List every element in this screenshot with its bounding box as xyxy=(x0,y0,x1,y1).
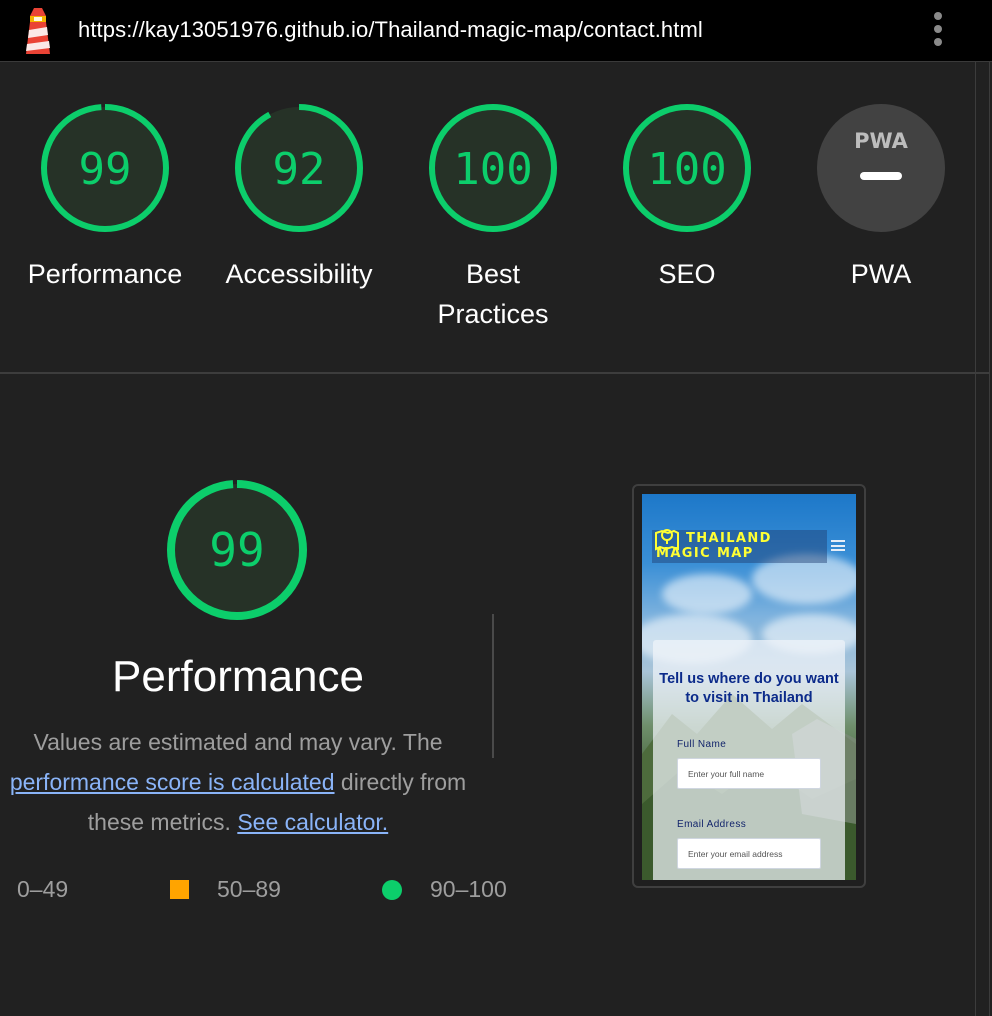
preview-label-email: Email Address xyxy=(677,819,747,830)
gauge-ring: 92 xyxy=(235,104,363,232)
scroll-edge xyxy=(989,62,990,1016)
brand-line2: MAGIC MAP xyxy=(656,546,754,561)
report-url[interactable]: https://kay13051976.github.io/Thailand-m… xyxy=(78,17,703,43)
brand-line1: THAILAND xyxy=(686,531,772,546)
gauge-best-practices[interactable]: 100 Best Practices xyxy=(403,101,583,334)
performance-score: 99 xyxy=(209,523,264,577)
performance-description: Values are estimated and may vary. The p… xyxy=(0,722,486,842)
gauge-ring: 100 xyxy=(429,104,557,232)
gauge-label: Performance xyxy=(27,259,183,289)
preview-input-fullname: Enter your full name xyxy=(677,758,821,789)
final-screenshot[interactable]: THAILAND MAGIC MAP Tell us where do you … xyxy=(632,484,866,888)
hamburger-icon xyxy=(831,540,845,554)
legend-pass-range: 90–100 xyxy=(430,876,507,902)
gauge-label: SEO xyxy=(658,259,716,289)
gauge-performance[interactable]: 99 Performance xyxy=(15,101,195,294)
see-calculator-link[interactable]: See calculator. xyxy=(237,809,388,835)
gauge-score: 100 xyxy=(453,144,532,195)
gauge-accessibility[interactable]: 92 Accessibility xyxy=(209,101,389,294)
gauge-pwa[interactable]: PWA PWA xyxy=(791,101,971,294)
pwa-badge-text: PWA xyxy=(854,129,909,153)
gauge-score: 99 xyxy=(79,144,132,195)
square-icon xyxy=(170,880,189,899)
more-vert-icon[interactable] xyxy=(928,12,948,52)
performance-gauge: 99 xyxy=(167,480,307,620)
preview-input-email: Enter your email address xyxy=(677,838,821,869)
report-topbar: https://kay13051976.github.io/Thailand-m… xyxy=(0,0,992,62)
gauge-ring: 99 xyxy=(41,104,169,232)
gauge-label: Accessibility xyxy=(225,259,373,289)
desc-text: Values are estimated and may vary. The xyxy=(33,729,443,755)
preview-label-fullname: Full Name xyxy=(677,739,727,750)
legend-average-range: 50–89 xyxy=(217,876,281,902)
gauge-ring: 100 xyxy=(623,104,751,232)
vertical-divider xyxy=(492,614,494,758)
lighthouse-report: { "topbar": { "url": "https://kay1305197… xyxy=(0,0,992,1016)
lighthouse-icon xyxy=(26,8,50,54)
page-preview: THAILAND MAGIC MAP Tell us where do you … xyxy=(642,494,856,880)
gauge-seo[interactable]: 100 SEO xyxy=(597,101,777,294)
gauge-score: 92 xyxy=(273,144,326,195)
circle-icon xyxy=(382,880,402,900)
preview-brand: THAILAND MAGIC MAP xyxy=(656,531,772,561)
gauge-label: PWA xyxy=(850,259,912,289)
legend-fail-range: 0–49 xyxy=(17,876,69,902)
gauge-score: 100 xyxy=(647,144,726,195)
performance-title: Performance xyxy=(112,652,364,701)
preview-form-heading: Tell us where do you want to visit in Th… xyxy=(659,671,839,706)
scroll-edge xyxy=(975,62,976,1016)
section-divider xyxy=(0,372,990,374)
score-calculated-link[interactable]: performance score is calculated xyxy=(10,769,335,795)
gauge-label: Best Practices xyxy=(437,259,549,329)
pwa-badge: PWA xyxy=(817,104,945,232)
